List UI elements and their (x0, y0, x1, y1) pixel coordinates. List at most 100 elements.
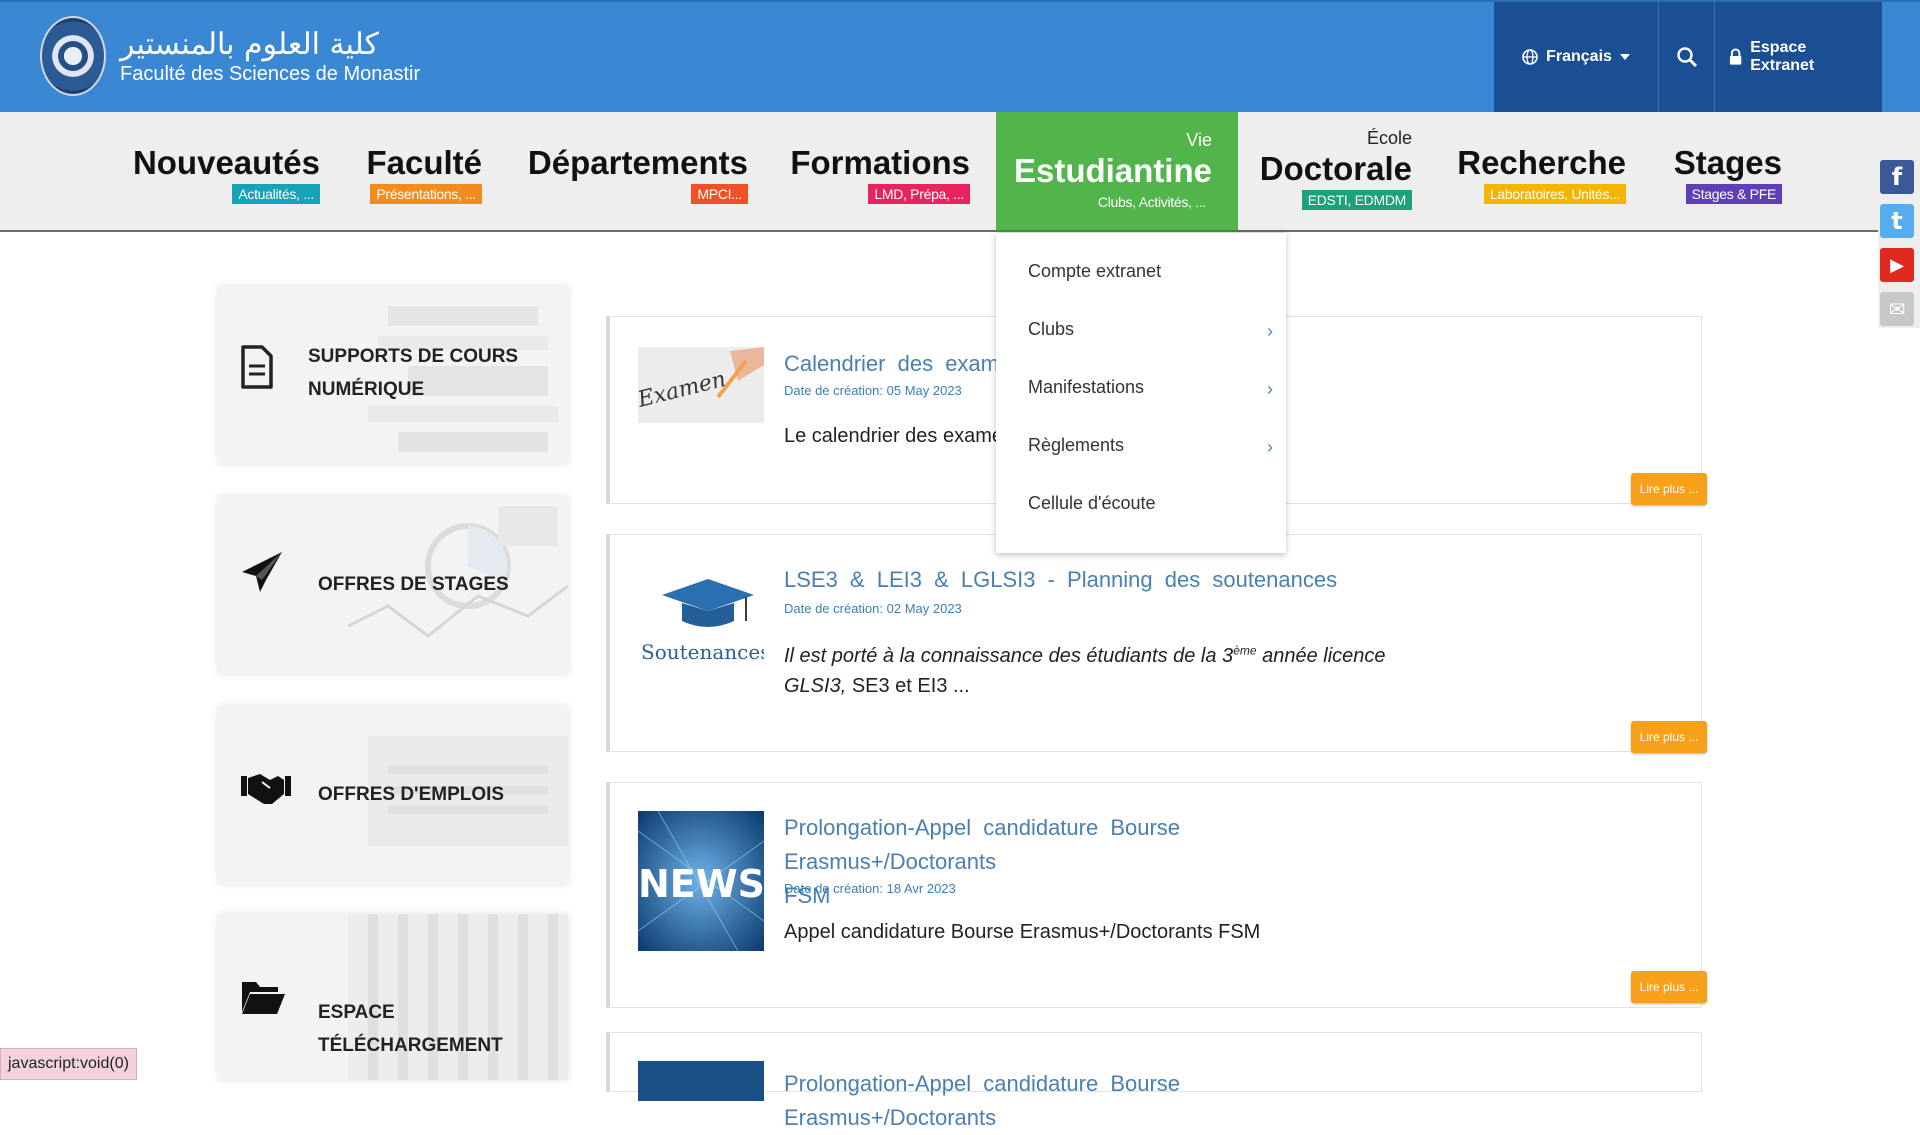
nav-title: Doctorale (1259, 150, 1412, 187)
browser-status-url: javascript:void(0) (0, 1048, 137, 1080)
nav-title: Recherche (1457, 144, 1626, 181)
nav-nouveautes[interactable]: Nouveautés Actualités, ... (133, 112, 320, 230)
article-date: Date de création: 05 May 2023 (784, 383, 962, 398)
chevron-right-icon: › (1267, 379, 1273, 399)
excerpt-part: année licence (1256, 644, 1386, 667)
article-card: NEWS Prolongation-Appel candidature Bour… (606, 782, 1707, 1008)
article-title-link[interactable]: Prolongation-Appel candidature Bourse Er… (784, 1067, 1374, 1135)
twitter-icon[interactable]: t (1880, 204, 1914, 238)
social-sidebar: f t ▶ ✉ (1878, 156, 1920, 328)
read-more-button[interactable]: Lire plus ... (1631, 721, 1707, 753)
nav-subtitle-badge: EDSTI, EDMDM (1301, 190, 1412, 210)
facebook-icon[interactable]: f (1880, 160, 1914, 194)
language-selector[interactable]: Français (1494, 2, 1658, 112)
excerpt-superscript: ème (1233, 643, 1257, 657)
logo-french-name: Faculté des Sciences de Monastir (120, 63, 421, 85)
panel-offres-stages[interactable]: OFFRES DE STAGES (218, 496, 568, 674)
extranet-label: Espace Extranet (1750, 39, 1815, 74)
article-date: Date de création: 02 May 2023 (784, 601, 962, 616)
nav-recherche[interactable]: Recherche Laboratoires, Unités... (1457, 112, 1626, 230)
nav-formations[interactable]: Formations LMD, Prépa, ... (790, 112, 970, 230)
vie-estudiantine-dropdown: Compte extranet Clubs › Manifestations › R… (996, 232, 1286, 553)
nav-faculte[interactable]: Faculté Présentations, ... (366, 112, 482, 230)
nav-vie-estudiantine[interactable]: Vie Estudiantine Clubs, Activités, ... (996, 112, 1238, 234)
excerpt-part: GLSI3, (784, 674, 847, 697)
dropdown-item-label: Règlements (1028, 435, 1125, 455)
nav-subtitle-badge: Laboratoires, Unités... (1483, 184, 1626, 204)
dropdown-item-compte-extranet[interactable]: Compte extranet (1028, 261, 1273, 291)
graduation-cap-image: Soutenances (638, 565, 764, 665)
nav-subtitle-badge: Actualités, ... (232, 184, 320, 204)
article-date: Date de création: 18 Avr 2023 (784, 881, 956, 896)
article-title-link[interactable]: Prolongation-Appel candidature Bourse Er… (784, 811, 1374, 913)
nav-title: Départements (527, 144, 748, 181)
folder-open-icon (242, 982, 285, 1014)
youtube-icon[interactable]: ▶ (1880, 248, 1914, 282)
nav-stages[interactable]: Stages Stages & PFE (1672, 112, 1782, 230)
nav-subtitle-badge: LMD, Prépa, ... (868, 184, 970, 204)
nav-subtitle-badge: Stages & PFE (1685, 184, 1782, 204)
excerpt-part: Il est porté à la connaissance des étudi… (784, 644, 1234, 667)
thumbnail-text: Soutenances (641, 640, 764, 664)
article-card: Prolongation-Appel candidature Bourse Er… (606, 1032, 1702, 1130)
dropdown-item-manifestations[interactable]: Manifestations › (1028, 377, 1273, 407)
globe-icon (1522, 49, 1538, 65)
nav-prefix: Vie (1186, 130, 1212, 150)
chevron-right-icon: › (1267, 321, 1273, 341)
lock-icon (1729, 48, 1742, 65)
paper-plane-icon (242, 552, 282, 592)
faculty-seal-icon (40, 16, 106, 96)
language-label: Français (1546, 48, 1612, 65)
nav-subtitle-badge: MPCI... (691, 184, 748, 204)
chevron-right-icon: › (1267, 437, 1273, 457)
article-excerpt: Appel candidature Bourse Erasmus+/Doctor… (784, 921, 1261, 943)
panel-label: OFFRES D'EMPLOIS (318, 784, 505, 805)
article-title-line1: Prolongation-Appel candidature Bourse Er… (784, 815, 1181, 874)
extranet-button[interactable]: Espace Extranet (1714, 2, 1882, 112)
top-header: كلية العلوم بالمنستير Faculté des Scienc… (0, 0, 1920, 112)
mail-icon[interactable]: ✉ (1880, 292, 1914, 326)
article-card: Soutenances LSE3 & LEI3 & LGLSI3 - Plann… (606, 534, 1707, 753)
search-icon (1676, 47, 1697, 68)
nav-prefix: École (1366, 128, 1412, 148)
article-title-link[interactable]: LSE3 & LEI3 & LGLSI3 - Planning des sout… (784, 563, 1374, 597)
nav-departements[interactable]: Départements MPCI... (527, 112, 748, 230)
panel-label-line2: NUMÉRIQUE (308, 379, 425, 400)
article-thumbnail: NEWS (638, 811, 764, 951)
handshake-icon (241, 774, 291, 804)
faculty-logo[interactable]: كلية العلوم بالمنستير Faculté des Scienc… (40, 16, 420, 96)
dropdown-item-cellule-ecoute[interactable]: Cellule d'écoute (1028, 493, 1273, 523)
search-button[interactable] (1658, 2, 1714, 112)
article-excerpt: Il est porté à la connaissance des étudi… (784, 635, 1404, 701)
dropdown-item-label: Compte extranet (1028, 261, 1162, 281)
main-navigation: Nouveautés Actualités, ... Faculté Prése… (0, 112, 1920, 234)
news-thumbnail-image: NEWS (638, 811, 764, 951)
panel-offres-emplois[interactable]: OFFRES D'EMPLOIS (218, 706, 568, 884)
nav-subtitle-badge: Présentations, ... (370, 184, 482, 204)
nav-ecole-doctorale[interactable]: École Doctorale EDSTI, EDMDM (1259, 112, 1412, 230)
panel-espace-telechargement[interactable]: ESPACE TÉLÉCHARGEMENT (218, 914, 568, 1080)
article-thumbnail (638, 1061, 764, 1101)
nav-title: Faculté (366, 144, 482, 181)
article-thumbnail: Examen (638, 347, 764, 423)
dropdown-item-clubs[interactable]: Clubs › (1028, 319, 1273, 349)
nav-title: Stages (1673, 144, 1782, 181)
dropdown-item-reglements[interactable]: Règlements › (1028, 435, 1273, 465)
caret-down-icon (1619, 54, 1630, 60)
excerpt-part: SE3 et EI3 ... (846, 674, 970, 697)
logo-arabic-name: كلية العلوم بالمنستير (120, 27, 379, 62)
panel-label: SUPPORTS DE COURS NUMÉRIQUE (308, 340, 518, 406)
read-more-button[interactable]: Lire plus ... (1631, 971, 1707, 1003)
exam-thumbnail-image: Examen (638, 347, 764, 423)
panel-label-line1: SUPPORTS DE COURS (308, 346, 519, 367)
thumbnail-text: NEWS (638, 862, 764, 906)
panel-supports-cours[interactable]: SUPPORTS DE COURS NUMÉRIQUE (218, 286, 568, 464)
nav-title: Formations (790, 144, 970, 181)
panel-label: ESPACE TÉLÉCHARGEMENT (318, 1002, 503, 1056)
read-more-button[interactable]: Lire plus ... (1631, 473, 1707, 505)
dropdown-item-label: Clubs (1028, 319, 1075, 339)
nav-subtitle-badge: Clubs, Activités, ... (1097, 194, 1206, 210)
dropdown-item-label: Manifestations (1028, 377, 1145, 397)
dropdown-item-label: Cellule d'écoute (1028, 493, 1156, 513)
nav-title: Estudiantine (1013, 152, 1212, 189)
